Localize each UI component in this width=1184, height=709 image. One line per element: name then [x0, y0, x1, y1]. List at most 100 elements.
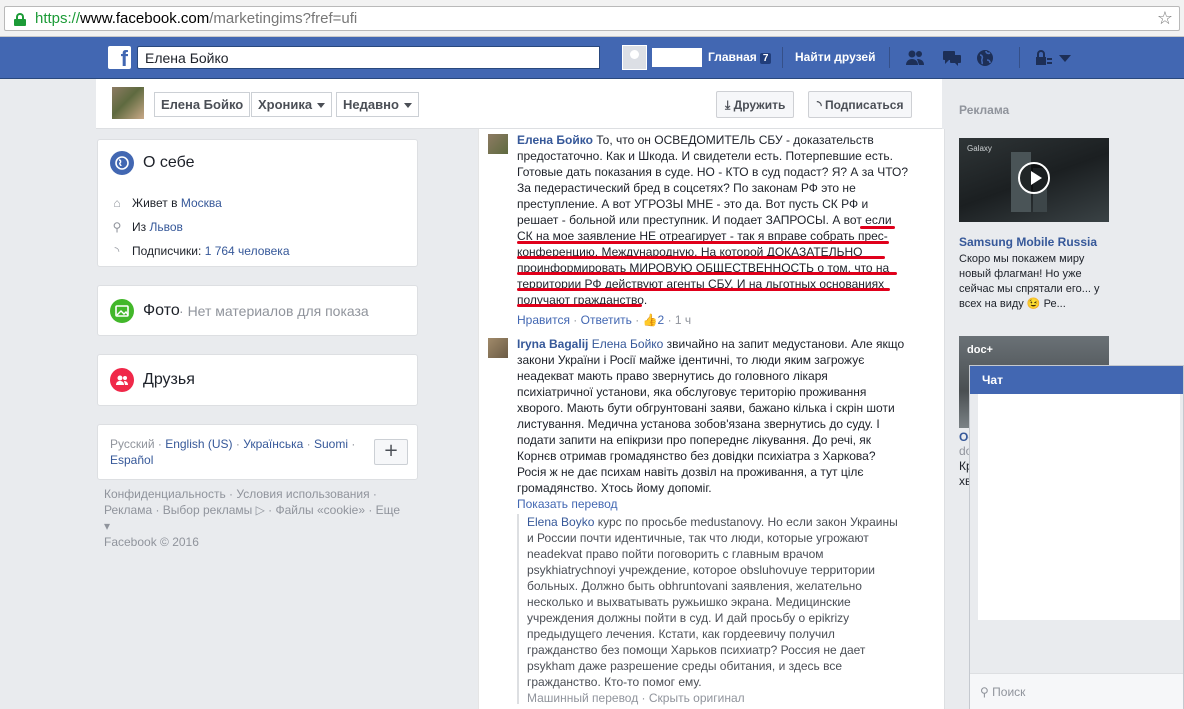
- lock-icon: [14, 13, 26, 26]
- user-avatar[interactable]: [622, 45, 647, 70]
- show-translation-link[interactable]: Показать перевод: [517, 497, 618, 511]
- location-pin-icon: ⚲: [112, 220, 122, 234]
- home-icon: ⌂: [113, 196, 121, 210]
- address-field[interactable]: https://www.facebook.com/marketingims?fr…: [4, 6, 1180, 31]
- adchoices-icon: ▷: [255, 503, 265, 517]
- comments-feed: Елена Бойко То, что он ОСВЕДОМИТЕЛЬ СБУ …: [478, 129, 945, 709]
- add-friend-button[interactable]: ⤓ Дружить: [716, 91, 795, 118]
- photos-title: Фото: [143, 302, 180, 319]
- ad-body-text[interactable]: Скоро мы покажем миру новый флагман! Но …: [959, 252, 1109, 312]
- translation-footer[interactable]: Машинный перевод · Скрыть оригинал: [527, 691, 745, 705]
- lives-in-city-link[interactable]: Москва: [181, 196, 222, 210]
- account-menu-caret-icon[interactable]: [1055, 48, 1075, 68]
- from-row: ⚲ Из Львов: [110, 220, 183, 234]
- subscribe-button[interactable]: ◝ Подписаться: [808, 91, 913, 118]
- ad-brand-logo: Galaxy: [967, 144, 992, 153]
- globe-icon: [110, 151, 134, 175]
- more-languages-button[interactable]: +: [374, 439, 408, 465]
- translated-comment: Elena Boyko курс по просьбе medustanovy.…: [527, 515, 898, 689]
- nav-divider: [1019, 47, 1020, 68]
- language-suomi-link[interactable]: Suomi: [314, 437, 348, 451]
- friends-icon: [110, 368, 134, 392]
- comment-time[interactable]: 1 ч: [675, 313, 691, 327]
- photos-card[interactable]: Фото · Нет материалов для показа: [97, 285, 418, 336]
- ad-video-thumbnail[interactable]: Galaxy: [959, 138, 1109, 222]
- translation-divider: [517, 514, 519, 704]
- commenter-avatar[interactable]: [488, 338, 508, 358]
- languages-card: Русский · English (US) · Українська · Su…: [97, 424, 418, 480]
- friends-card[interactable]: Друзья: [97, 354, 418, 406]
- facebook-logo-icon[interactable]: f: [108, 46, 131, 71]
- lives-in-row: ⌂ Живет в Москва: [110, 196, 222, 210]
- followers-link[interactable]: 1 764 человека: [205, 244, 290, 258]
- language-english-link[interactable]: English (US): [165, 437, 232, 451]
- rss-icon: ◝: [817, 98, 825, 112]
- like-link[interactable]: Нравится: [517, 313, 570, 327]
- mention-link[interactable]: Елена Бойко: [592, 337, 664, 351]
- search-icon: ⚲: [980, 685, 989, 699]
- rss-icon: ◝: [114, 244, 120, 258]
- language-ukrainian-link[interactable]: Українська: [243, 437, 303, 451]
- comment-author-link[interactable]: Елена Бойко: [517, 133, 593, 147]
- mention-link[interactable]: Elena Boyko: [527, 515, 594, 529]
- globe-notifications-icon[interactable]: [975, 48, 995, 68]
- like-thumb-icon: 👍: [642, 313, 658, 327]
- photo-icon: [110, 299, 134, 323]
- star-icon[interactable]: ☆: [1157, 8, 1173, 29]
- add-friend-icon: ⤓: [725, 98, 734, 112]
- nav-divider: [782, 47, 783, 68]
- url-text[interactable]: https://www.facebook.com/marketingims?fr…: [35, 10, 357, 27]
- commenter-avatar[interactable]: [488, 134, 508, 154]
- friends-title: Друзья: [143, 371, 195, 388]
- friend-requests-icon[interactable]: [905, 48, 925, 68]
- browser-url-bar: https://www.facebook.com/marketingims?fr…: [0, 0, 1184, 37]
- language-list: Русский · English (US) · Українська · Su…: [110, 437, 356, 467]
- profile-navigation-bar: Елена Бойко Хроника Недавно ⤓ Дружить ◝ …: [96, 79, 942, 129]
- ad-brand-logo: doc+: [967, 344, 993, 356]
- chat-contact-list: [978, 394, 1180, 620]
- about-card: О себе ⌂ Живет в Москва ⚲ Из Львов ◝ Подпис…: [97, 139, 418, 267]
- comment-author-link[interactable]: Iryna Bagalij: [517, 337, 588, 351]
- footer-copyright: Facebook © 2016: [104, 535, 199, 549]
- messages-icon[interactable]: [942, 48, 962, 68]
- user-name-redacted[interactable]: [652, 48, 702, 67]
- like-count[interactable]: 2: [658, 313, 665, 327]
- nav-divider: [889, 47, 890, 68]
- comment-iryna: Iryna Bagalij Елена Бойко звичайно на за…: [517, 337, 905, 495]
- home-link[interactable]: Главная 7: [708, 50, 772, 64]
- chat-search-field[interactable]: ⚲ Поиск: [970, 673, 1183, 709]
- footer-links: Конфиденциальность · Условия использован…: [104, 486, 404, 550]
- recent-dropdown[interactable]: Недавно: [336, 92, 419, 117]
- search-input[interactable]: [138, 47, 599, 68]
- highlight-underline: [517, 304, 642, 307]
- highlight-underline: [517, 241, 889, 244]
- chevron-down-icon: [317, 103, 326, 109]
- language-espanol-link[interactable]: Español: [110, 453, 153, 467]
- ad-advertiser-link[interactable]: Samsung Mobile Russia: [959, 235, 1097, 249]
- ads-title: Реклама: [959, 103, 1010, 117]
- search-field[interactable]: [137, 46, 600, 69]
- play-icon[interactable]: [1018, 162, 1050, 194]
- from-city-link[interactable]: Львов: [149, 220, 182, 234]
- highlight-underline: [517, 288, 890, 291]
- highlight-underline: [517, 272, 897, 275]
- profile-thumbnail[interactable]: [112, 87, 144, 119]
- followers-row: ◝ Подписчики: 1 764 человека: [110, 244, 290, 258]
- timeline-dropdown[interactable]: Хроника: [251, 92, 333, 117]
- chevron-down-icon: [403, 103, 412, 109]
- profile-name-tab[interactable]: Елена Бойко: [154, 92, 251, 117]
- privacy-lock-icon[interactable]: [1033, 48, 1053, 68]
- footer-line-2[interactable]: Реклама · Выбор рекламы ▷ · Файлы «cooki…: [104, 502, 404, 534]
- footer-line-1[interactable]: Конфиденциальность · Условия использован…: [104, 486, 404, 502]
- highlight-underline: [860, 226, 895, 229]
- chat-panel: Чат ⚲ Поиск: [969, 365, 1184, 709]
- facebook-top-bar: f Главная7 Найти друзей: [0, 37, 1184, 79]
- highlight-underline: [517, 256, 885, 259]
- home-count-badge: 7: [759, 53, 772, 64]
- reply-link[interactable]: Ответить: [581, 313, 632, 327]
- find-friends-link[interactable]: Найти друзей: [795, 50, 875, 64]
- comment-actions: Нравится · Ответить · 👍2 · 1 ч: [517, 313, 692, 327]
- comment-elena: Елена Бойко То, что он ОСВЕДОМИТЕЛЬ СБУ …: [517, 133, 909, 307]
- photos-empty-text: · Нет материалов для показа: [179, 303, 369, 319]
- chat-header[interactable]: Чат: [970, 366, 1183, 394]
